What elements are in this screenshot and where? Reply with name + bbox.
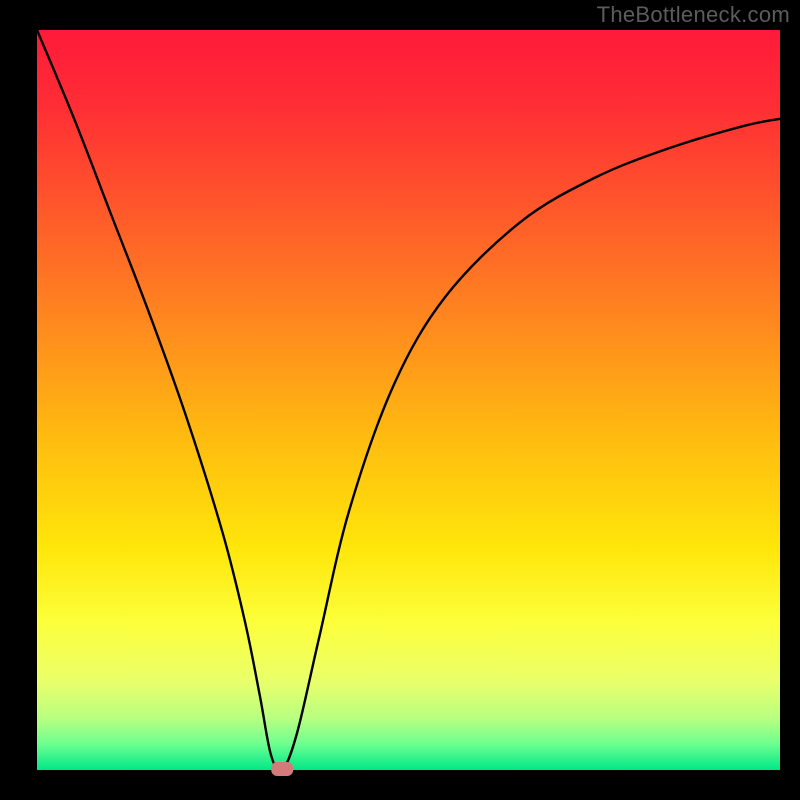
watermark-text: TheBottleneck.com — [597, 2, 790, 28]
chart-frame: { "watermark": "TheBottleneck.com", "col… — [0, 0, 800, 800]
optimal-marker — [271, 762, 293, 776]
plot-background — [37, 30, 780, 770]
chart-svg — [0, 0, 800, 800]
